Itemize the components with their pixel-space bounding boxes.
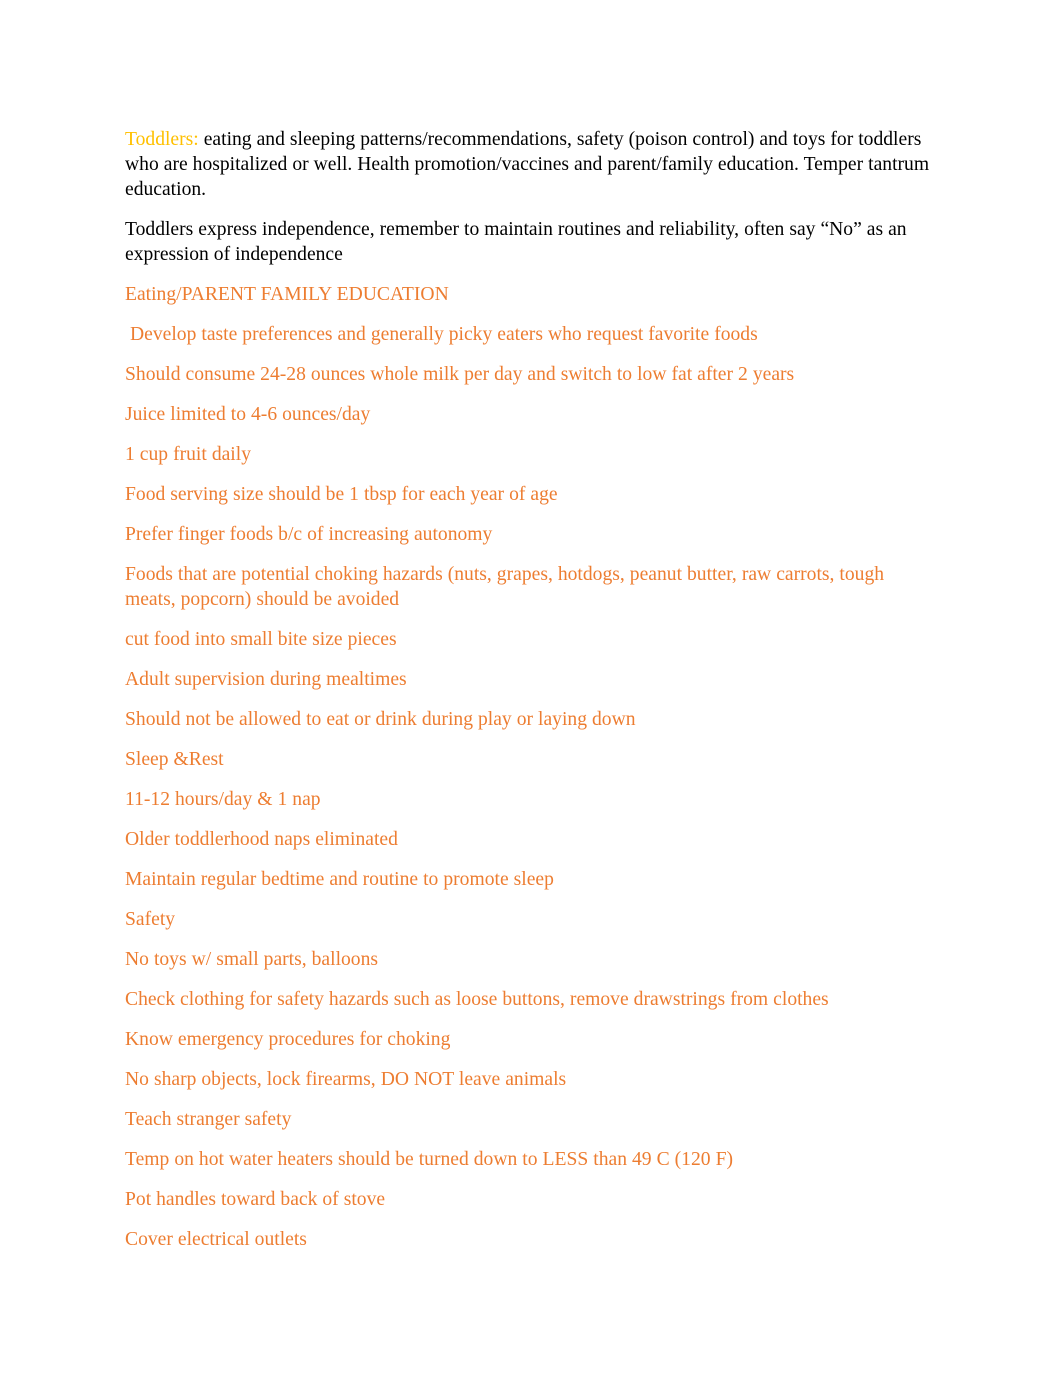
toddlers-label: Toddlers: — [125, 129, 199, 150]
eating-line-1: Develop taste preferences and generally … — [125, 324, 758, 345]
sleep-line-1: 11-12 hours/day & 1 nap — [125, 789, 321, 810]
sleep-line-2: Older toddlerhood naps eliminated — [125, 829, 398, 850]
section-heading-safety: Safety — [125, 909, 176, 930]
safety-line-1: No toys w/ small parts, balloons — [125, 949, 379, 970]
sleep-line-3: Maintain regular bedtime and routine to … — [125, 869, 554, 890]
section-heading-sleep: Sleep &Rest — [125, 749, 224, 770]
eating-line-5: Food serving size should be 1 tbsp for e… — [125, 484, 558, 505]
independence-paragraph: Toddlers express independence, remember … — [125, 219, 907, 265]
eating-line-10: Should not be allowed to eat or drink du… — [125, 709, 636, 730]
eating-line-2: Should consume 24-28 ounces whole milk p… — [125, 364, 795, 385]
document-body: Toddlers: eating and sleeping patterns/r… — [125, 127, 935, 1252]
safety-line-6: Temp on hot water heaters should be turn… — [125, 1149, 733, 1170]
safety-line-8: Cover electrical outlets — [125, 1229, 307, 1250]
safety-line-7: Pot handles toward back of stove — [125, 1189, 386, 1210]
eating-line-4: 1 cup fruit daily — [125, 444, 251, 465]
eating-line-7: Foods that are potential choking hazards… — [125, 564, 885, 610]
eating-line-9: Adult supervision during mealtimes — [125, 669, 407, 690]
safety-line-4: No sharp objects, lock firearms, DO NOT … — [125, 1069, 567, 1090]
safety-line-5: Teach stranger safety — [125, 1109, 292, 1130]
intro-text: eating and sleeping patterns/recommendat… — [125, 129, 930, 200]
eating-line-6: Prefer finger foods b/c of increasing au… — [125, 524, 493, 545]
document-page: Toddlers: eating and sleeping patterns/r… — [0, 0, 1062, 1376]
eating-line-8: cut food into small bite size pieces — [125, 629, 397, 650]
intro-paragraph: Toddlers: eating and sleeping patterns/r… — [125, 127, 935, 202]
section-heading-eating: Eating/PARENT FAMILY EDUCATION — [125, 284, 449, 305]
safety-line-3: Know emergency procedures for choking — [125, 1029, 451, 1050]
safety-line-2: Check clothing for safety hazards such a… — [125, 989, 829, 1010]
eating-line-3: Juice limited to 4-6 ounces/day — [125, 404, 371, 425]
